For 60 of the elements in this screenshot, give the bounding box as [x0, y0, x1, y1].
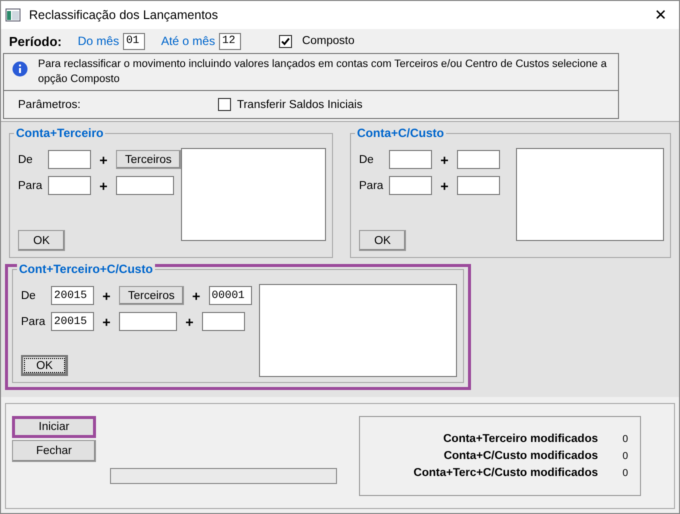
ok-button[interactable]: OK	[21, 355, 68, 376]
period-label: Período:	[9, 34, 62, 48]
row-label: Para	[359, 180, 384, 192]
stat-label: Conta+Terc+C/Custo modificados	[412, 467, 598, 479]
ok-button[interactable]: OK	[359, 230, 406, 251]
composto-checkbox[interactable]	[279, 34, 292, 48]
group-title: Conta+C/Custo	[355, 126, 446, 140]
transfer-checkbox[interactable]	[218, 98, 231, 111]
action-button[interactable]: Fechar	[12, 440, 96, 462]
input-field[interactable]	[116, 176, 174, 195]
ok-button[interactable]: OK	[18, 230, 65, 251]
stat-label: Conta+Terceiro modificados	[442, 433, 598, 445]
input-field[interactable]	[457, 176, 500, 195]
window-title: Reclassificação dos Lançamentos	[29, 8, 219, 22]
row-label: De	[21, 290, 37, 302]
input-field[interactable]	[48, 150, 91, 169]
plus-sign: +	[101, 288, 112, 304]
input-field[interactable]	[389, 150, 432, 169]
list-box[interactable]	[259, 284, 457, 377]
input-field[interactable]: 00001	[208, 286, 252, 305]
row-label: Para	[21, 316, 46, 328]
plus-sign: +	[439, 152, 450, 168]
app-icon	[5, 7, 21, 23]
list-box[interactable]	[516, 148, 664, 241]
action-button[interactable]: Iniciar	[12, 416, 96, 438]
plus-sign: +	[184, 314, 195, 330]
stat-value: 0	[621, 434, 628, 444]
close-button[interactable]: ✕	[650, 6, 671, 24]
composto-label: Composto	[302, 35, 355, 47]
stat-value: 0	[621, 468, 628, 478]
plus-sign: +	[191, 288, 202, 304]
to-month-field[interactable]: 12	[219, 32, 242, 50]
from-month-label: Do mês	[78, 34, 120, 48]
transfer-label: Transferir Saldos Iniciais	[237, 98, 362, 110]
input-field[interactable]	[119, 312, 177, 331]
row-label: Para	[18, 180, 44, 192]
plus-sign: +	[101, 314, 112, 330]
group-title: Conta+Terceiro	[14, 126, 106, 140]
from-month-field[interactable]: 01	[123, 32, 146, 50]
info-text: Para reclassificar o movimento incluindo valores lançados em contas com Terceiros e/ou Centro de Custos selecione a opção Composto	[38, 57, 608, 87]
input-field[interactable]	[389, 176, 432, 195]
input-field[interactable]: 20015	[51, 286, 94, 305]
list-box[interactable]	[180, 148, 326, 241]
terceiros-button[interactable]: Terceiros	[119, 286, 184, 305]
stat-value: 0	[621, 450, 628, 462]
input-field[interactable]	[457, 150, 500, 169]
input-field[interactable]: 20015	[51, 312, 94, 331]
parameters-label: Parâmetros:	[18, 98, 82, 110]
row-label: De	[359, 154, 375, 166]
info-icon	[12, 61, 28, 77]
input-field[interactable]	[48, 176, 91, 195]
stat-label: Conta+C/Custo modificados	[442, 450, 598, 462]
input-field[interactable]	[202, 312, 245, 331]
plus-sign: +	[98, 152, 109, 168]
to-month-label: Até o mês	[161, 34, 216, 48]
group-title: Cont+Terceiro+C/Custo	[17, 262, 155, 276]
plus-sign: +	[98, 178, 109, 194]
plus-sign: +	[439, 178, 450, 194]
terceiros-button[interactable]: Terceiros	[116, 150, 181, 169]
row-label: De	[18, 154, 34, 166]
